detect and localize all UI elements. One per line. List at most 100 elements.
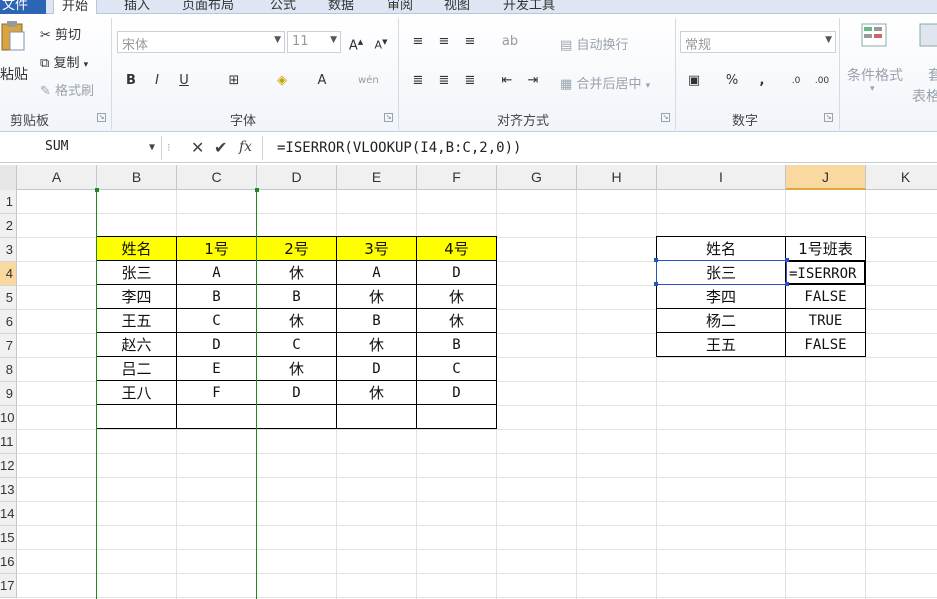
tab-file[interactable]: 文件 — [0, 0, 46, 14]
column-header-f[interactable]: F — [417, 165, 497, 190]
range-reference-handle[interactable] — [95, 188, 99, 192]
italic-button[interactable]: I — [147, 71, 167, 91]
schedule-cell[interactable]: 王五 — [96, 308, 177, 333]
lookup-name-cell[interactable]: 杨二 — [656, 308, 786, 333]
tab-insert[interactable]: 插入 — [124, 0, 150, 14]
schedule-cell[interactable]: 吕二 — [96, 356, 177, 381]
schedule-header-cell[interactable]: 3号 — [336, 236, 417, 261]
underline-button[interactable]: U — [174, 71, 194, 91]
format-table-icon[interactable] — [918, 22, 937, 54]
column-header-d[interactable]: D — [257, 165, 337, 190]
tab-review[interactable]: 审阅 — [387, 0, 413, 14]
schedule-header-cell[interactable]: 4号 — [416, 236, 497, 261]
schedule-cell[interactable]: A — [336, 260, 417, 285]
cancel-icon[interactable]: ✕ — [191, 138, 204, 157]
row-header[interactable]: 13 — [0, 478, 17, 502]
schedule-cell[interactable]: 王八 — [96, 380, 177, 405]
decrease-indent-icon[interactable]: ⇤ — [497, 71, 517, 91]
conditional-format-dropdown-icon[interactable]: ▾ — [870, 84, 875, 94]
row-header[interactable]: 11 — [0, 430, 17, 454]
font-name-select[interactable]: 宋体 ▼ — [117, 31, 285, 53]
row-header[interactable]: 3 — [0, 238, 17, 262]
cut-button[interactable]: ✂ 剪切 — [40, 24, 81, 43]
shrink-font-icon[interactable]: A▼ — [371, 32, 391, 52]
expand-handle-icon[interactable]: ⁝ — [167, 141, 171, 154]
row-header[interactable]: 6 — [0, 310, 17, 334]
reference-handle[interactable] — [785, 258, 789, 262]
schedule-cell[interactable]: B — [256, 284, 337, 309]
row-header[interactable]: 8 — [0, 358, 17, 382]
row-header[interactable]: 15 — [0, 526, 17, 550]
borders-icon[interactable]: ⊞ — [224, 71, 244, 91]
grow-font-icon[interactable]: A▲ — [346, 32, 366, 53]
schedule-cell[interactable]: 休 — [256, 356, 337, 381]
select-all-corner[interactable] — [0, 165, 17, 190]
font-launcher-icon[interactable]: ↘ — [384, 113, 393, 122]
align-left-icon[interactable]: ≣ — [408, 71, 428, 91]
align-top-icon[interactable]: ≡ — [408, 32, 428, 52]
merge-center-button[interactable]: ▦ 合并后居中 ▾ — [560, 73, 650, 92]
reference-handle[interactable] — [785, 282, 789, 286]
column-header-k[interactable]: K — [866, 165, 937, 190]
fill-color-icon[interactable]: ◈ — [272, 71, 292, 91]
column-header-j[interactable]: J — [786, 165, 866, 190]
lookup-header-cell[interactable]: 姓名 — [656, 236, 786, 261]
column-header-b[interactable]: B — [97, 165, 177, 190]
active-cell-j4[interactable]: =ISERROR — [785, 260, 866, 285]
schedule-cell[interactable]: E — [176, 356, 257, 381]
currency-icon[interactable]: ▣ — [684, 71, 704, 91]
lookup-name-cell[interactable]: 李四 — [656, 284, 786, 309]
tab-formulas[interactable]: 公式 — [270, 0, 296, 14]
insert-function-button[interactable]: fx — [239, 139, 252, 155]
row-header[interactable]: 7 — [0, 334, 17, 358]
column-header-c[interactable]: C — [177, 165, 257, 190]
schedule-cell[interactable]: D — [336, 356, 417, 381]
schedule-header-cell[interactable]: 1号 — [176, 236, 257, 261]
lookup-name-cell[interactable]: 王五 — [656, 332, 786, 357]
row-header[interactable]: 12 — [0, 454, 17, 478]
schedule-cell[interactable]: 休 — [336, 332, 417, 357]
align-right-icon[interactable]: ≣ — [460, 71, 480, 91]
font-size-select[interactable]: 11 ▼ — [287, 31, 341, 53]
schedule-cell[interactable]: C — [176, 308, 257, 333]
schedule-cell[interactable]: 休 — [256, 308, 337, 333]
column-header-g[interactable]: G — [497, 165, 577, 190]
conditional-format-icon[interactable] — [860, 22, 890, 54]
schedule-cell[interactable]: C — [256, 332, 337, 357]
clipboard-launcher-icon[interactable]: ↘ — [97, 113, 106, 122]
schedule-cell[interactable]: 赵六 — [96, 332, 177, 357]
schedule-cell[interactable]: B — [336, 308, 417, 333]
row-header[interactable]: 14 — [0, 502, 17, 526]
tab-data[interactable]: 数据 — [328, 0, 354, 14]
increase-indent-icon[interactable]: ⇥ — [523, 71, 543, 91]
align-middle-icon[interactable]: ≡ — [434, 32, 454, 52]
schedule-cell[interactable] — [96, 404, 177, 429]
column-header-a[interactable]: A — [17, 165, 97, 190]
column-header-e[interactable]: E — [337, 165, 417, 190]
lookup-header-cell[interactable]: 1号班表 — [785, 236, 866, 261]
schedule-cell[interactable]: C — [416, 356, 497, 381]
schedule-cell[interactable]: 休 — [336, 380, 417, 405]
format-table-button[interactable]: 表格 — [912, 86, 937, 106]
align-bottom-icon[interactable]: ≡ — [460, 32, 480, 52]
bold-button[interactable]: B — [121, 71, 141, 91]
percent-button[interactable]: % — [722, 71, 742, 91]
name-box[interactable]: SUM ▼ — [0, 136, 162, 160]
schedule-cell[interactable]: 休 — [416, 308, 497, 333]
row-header[interactable]: 16 — [0, 550, 17, 574]
schedule-header-cell[interactable]: 姓名 — [96, 236, 177, 261]
column-header-i[interactable]: I — [657, 165, 786, 190]
schedule-cell[interactable]: 休 — [256, 260, 337, 285]
worksheet-grid[interactable]: A B C D E F G H I J K 1 2 3 4 5 6 7 8 9 … — [0, 165, 937, 599]
decrease-decimal-icon[interactable]: .00 — [812, 71, 832, 91]
schedule-cell[interactable]: 休 — [336, 284, 417, 309]
copy-button[interactable]: ⧉ 复制 ▾ — [40, 52, 88, 71]
phonetic-icon[interactable]: wén — [358, 71, 379, 91]
row-header[interactable]: 1 — [0, 190, 17, 214]
schedule-cell[interactable]: D — [176, 332, 257, 357]
schedule-cell[interactable]: 休 — [416, 284, 497, 309]
orientation-icon[interactable]: ab — [500, 32, 520, 52]
comma-button[interactable]: , — [752, 71, 772, 91]
lookup-result-cell[interactable]: TRUE — [785, 308, 866, 333]
tab-home[interactable]: 开始 — [53, 0, 98, 15]
